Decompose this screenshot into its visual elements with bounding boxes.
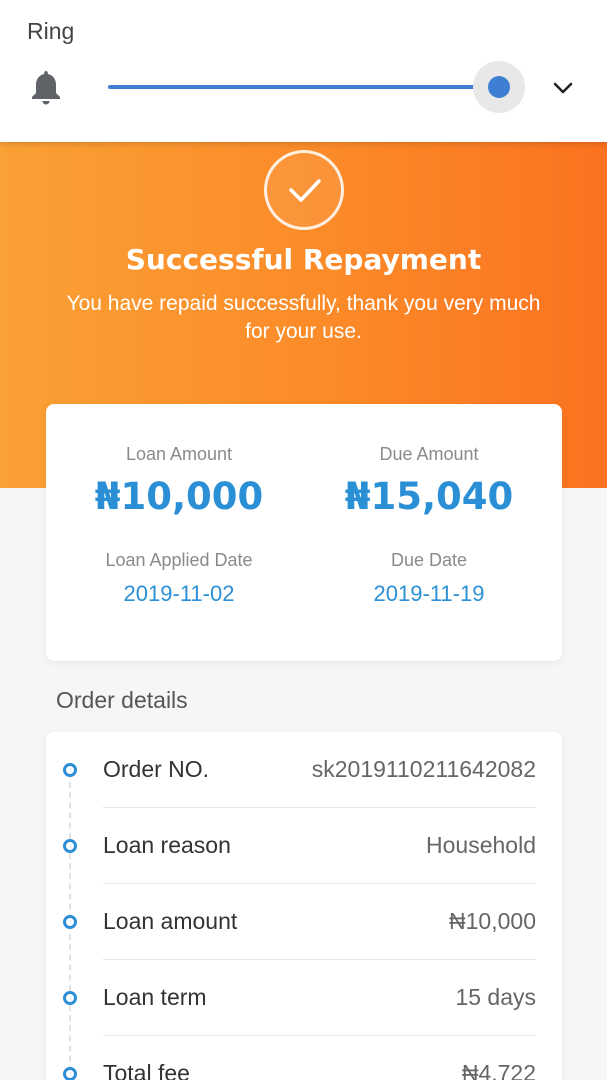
applied-date-value: 2019-11-02 [123, 581, 235, 606]
volume-panel: Ring [0, 0, 607, 142]
timeline-dot [63, 991, 77, 1005]
success-check-badge [264, 150, 344, 230]
due-date-value: 2019-11-19 [373, 581, 485, 606]
detail-row-order-no: Order NO. sk2019110211642082 [46, 732, 562, 808]
detail-label: Order NO. [103, 756, 210, 782]
due-amount-block: Due Amount ₦15,040 [304, 444, 554, 518]
detail-value: ₦4,722 [461, 1060, 536, 1080]
due-date-block: Due Date 2019-11-19 [304, 550, 554, 607]
timeline-dot [63, 763, 77, 777]
detail-row-loan-term: Loan term 15 days [46, 960, 562, 1036]
timeline-dot [63, 1067, 77, 1080]
detail-label: Total fee [103, 1060, 190, 1080]
volume-slider-track[interactable] [108, 85, 500, 89]
detail-row-loan-reason: Loan reason Household [46, 808, 562, 884]
chevron-down-icon[interactable] [550, 78, 576, 98]
due-amount-label: Due Amount [379, 444, 479, 464]
detail-value: Household [426, 832, 536, 858]
loan-amount-block: Loan Amount ₦10,000 [54, 444, 304, 518]
detail-value: 15 days [455, 984, 536, 1010]
detail-label: Loan term [103, 984, 207, 1010]
detail-value: sk2019110211642082 [311, 756, 536, 782]
volume-stream-title: Ring [27, 18, 75, 44]
volume-slider-thumb[interactable] [488, 76, 510, 98]
detail-label: Loan reason [103, 832, 231, 858]
loan-summary-card: Loan Amount ₦10,000 Due Amount ₦15,040 L… [46, 404, 562, 661]
success-title: Successful Repayment [125, 243, 482, 276]
timeline-dot [63, 839, 77, 853]
bell-icon[interactable] [29, 68, 63, 106]
detail-value: ₦10,000 [449, 908, 536, 934]
timeline-dot [63, 915, 77, 929]
check-icon [289, 179, 321, 202]
applied-date-label: Loan Applied Date [105, 550, 253, 570]
applied-date-block: Loan Applied Date 2019-11-02 [54, 550, 304, 607]
loan-amount-value: ₦10,000 [94, 475, 264, 518]
detail-label: Loan amount [103, 908, 238, 934]
loan-amount-label: Loan Amount [125, 444, 233, 464]
success-message: You have repaid successfully, thank you … [66, 292, 541, 343]
detail-row-total-fee: Total fee ₦4,722 [46, 1036, 562, 1080]
due-amount-value: ₦15,040 [344, 475, 514, 518]
detail-row-loan-amount: Loan amount ₦10,000 [46, 884, 562, 960]
due-date-label: Due Date [390, 550, 468, 570]
order-details-card: Order NO. sk2019110211642082 Loan reason… [46, 732, 562, 1080]
order-details-title: Order details [56, 687, 188, 713]
